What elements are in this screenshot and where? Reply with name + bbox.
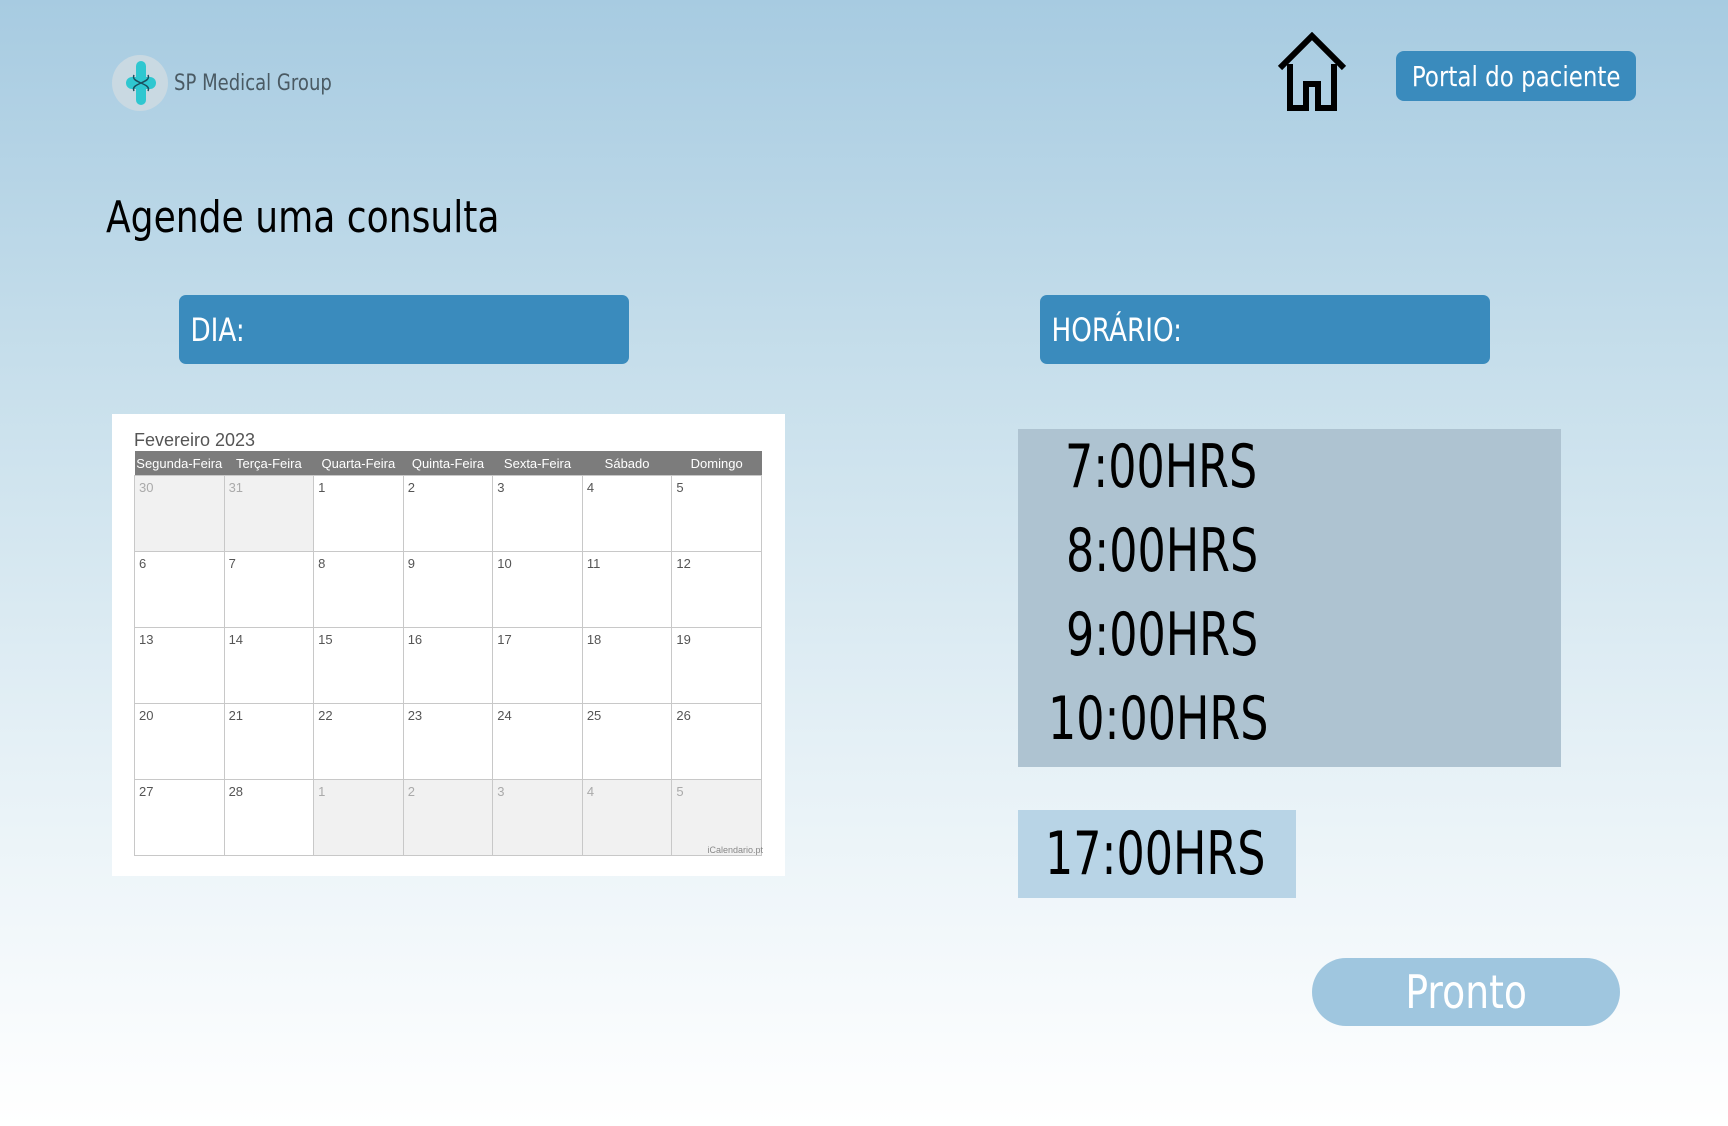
- calendar-day[interactable]: 6: [134, 551, 225, 628]
- calendar: Fevereiro 2023 Segunda-Feira Terça-Feira…: [112, 414, 785, 876]
- day-field-label: DIA:: [190, 310, 245, 349]
- calendar-day[interactable]: 28: [223, 779, 315, 856]
- calendar-week-row: 6 7 8 9 10 11 12: [134, 551, 762, 628]
- calendar-day[interactable]: 1: [313, 475, 404, 552]
- brand-name: SP Medical Group: [174, 70, 332, 96]
- calendar-day[interactable]: 21: [223, 703, 315, 780]
- calendar-day[interactable]: 1: [313, 779, 404, 856]
- weekday-header: Sábado: [582, 451, 672, 476]
- weekday-header: Terça-Feira: [224, 451, 314, 476]
- calendar-day[interactable]: 24: [492, 703, 583, 780]
- calendar-day[interactable]: 11: [581, 551, 673, 628]
- calendar-day[interactable]: 3: [492, 779, 583, 856]
- home-icon[interactable]: [1276, 31, 1348, 112]
- calendar-day[interactable]: 14: [223, 627, 315, 704]
- calendar-day[interactable]: 30: [134, 475, 225, 552]
- selected-time-label: 17:00HRS: [1045, 819, 1266, 889]
- weekday-header: Quarta-Feira: [313, 451, 404, 476]
- calendar-day[interactable]: 20: [134, 703, 225, 780]
- time-option[interactable]: 8:00HRS: [1066, 521, 1258, 581]
- calendar-day[interactable]: 26: [671, 703, 762, 780]
- time-field[interactable]: HORÁRIO:: [1040, 295, 1490, 364]
- time-field-label: HORÁRIO:: [1051, 310, 1182, 349]
- time-option[interactable]: 10:00HRS: [1048, 689, 1268, 749]
- calendar-week-row: 13 14 15 16 17 18 19: [134, 627, 762, 704]
- calendar-day[interactable]: 18: [581, 627, 673, 704]
- calendar-day[interactable]: 13: [134, 627, 225, 704]
- calendar-day[interactable]: 19: [671, 627, 762, 704]
- calendar-day[interactable]: 5: [671, 475, 762, 552]
- weekday-header: Sexta-Feira: [492, 451, 583, 476]
- calendar-credit: iCalendario.pt: [707, 845, 763, 855]
- calendar-day[interactable]: 22: [313, 703, 404, 780]
- weekday-header: Segunda-Feira: [134, 451, 225, 476]
- calendar-day[interactable]: 17: [492, 627, 583, 704]
- calendar-day[interactable]: 2: [402, 779, 494, 856]
- calendar-day[interactable]: 16: [402, 627, 494, 704]
- calendar-day[interactable]: 8: [313, 551, 404, 628]
- calendar-day[interactable]: 3: [492, 475, 583, 552]
- calendar-day[interactable]: 9: [402, 551, 494, 628]
- time-options-panel: 7:00HRS 8:00HRS 9:00HRS 10:00HRS: [1018, 429, 1561, 767]
- weekday-header: Quinta-Feira: [403, 451, 493, 476]
- patient-portal-button[interactable]: Portal do paciente: [1396, 51, 1636, 101]
- done-button[interactable]: Pronto: [1312, 958, 1620, 1026]
- medical-cross-icon: [112, 55, 168, 111]
- calendar-day[interactable]: 27: [134, 779, 225, 856]
- selected-time[interactable]: 17:00HRS: [1018, 810, 1296, 898]
- brand-logo: SP Medical Group: [112, 55, 366, 111]
- calendar-day[interactable]: 31: [223, 475, 315, 552]
- calendar-month-title: Fevereiro 2023: [134, 430, 256, 450]
- weekday-header: Domingo: [671, 451, 762, 476]
- calendar-day[interactable]: 4: [581, 475, 673, 552]
- calendar-day[interactable]: 25: [581, 703, 673, 780]
- calendar-day[interactable]: 7: [223, 551, 315, 628]
- time-option[interactable]: 7:00HRS: [1065, 437, 1257, 497]
- calendar-day[interactable]: 2: [402, 475, 494, 552]
- page-title: Agende uma consulta: [106, 192, 500, 243]
- calendar-day[interactable]: 15: [313, 627, 404, 704]
- time-option[interactable]: 9:00HRS: [1066, 605, 1258, 665]
- patient-portal-label: Portal do paciente: [1411, 59, 1621, 93]
- calendar-day[interactable]: 10: [492, 551, 583, 628]
- weekday-header-row: Segunda-Feira Terça-Feira Quarta-Feira Q…: [134, 451, 762, 476]
- calendar-day[interactable]: 23: [402, 703, 494, 780]
- calendar-week-row: 27 28 1 2 3 4 5: [134, 779, 762, 856]
- calendar-week-row: 30 31 1 2 3 4 5: [134, 475, 762, 552]
- calendar-day[interactable]: 4: [581, 779, 673, 856]
- done-button-label: Pronto: [1405, 965, 1527, 1019]
- calendar-week-row: 20 21 22 23 24 25 26: [134, 703, 762, 780]
- calendar-grid: Segunda-Feira Terça-Feira Quarta-Feira Q…: [134, 451, 762, 856]
- day-field[interactable]: DIA:: [179, 295, 629, 364]
- calendar-day[interactable]: 12: [671, 551, 762, 628]
